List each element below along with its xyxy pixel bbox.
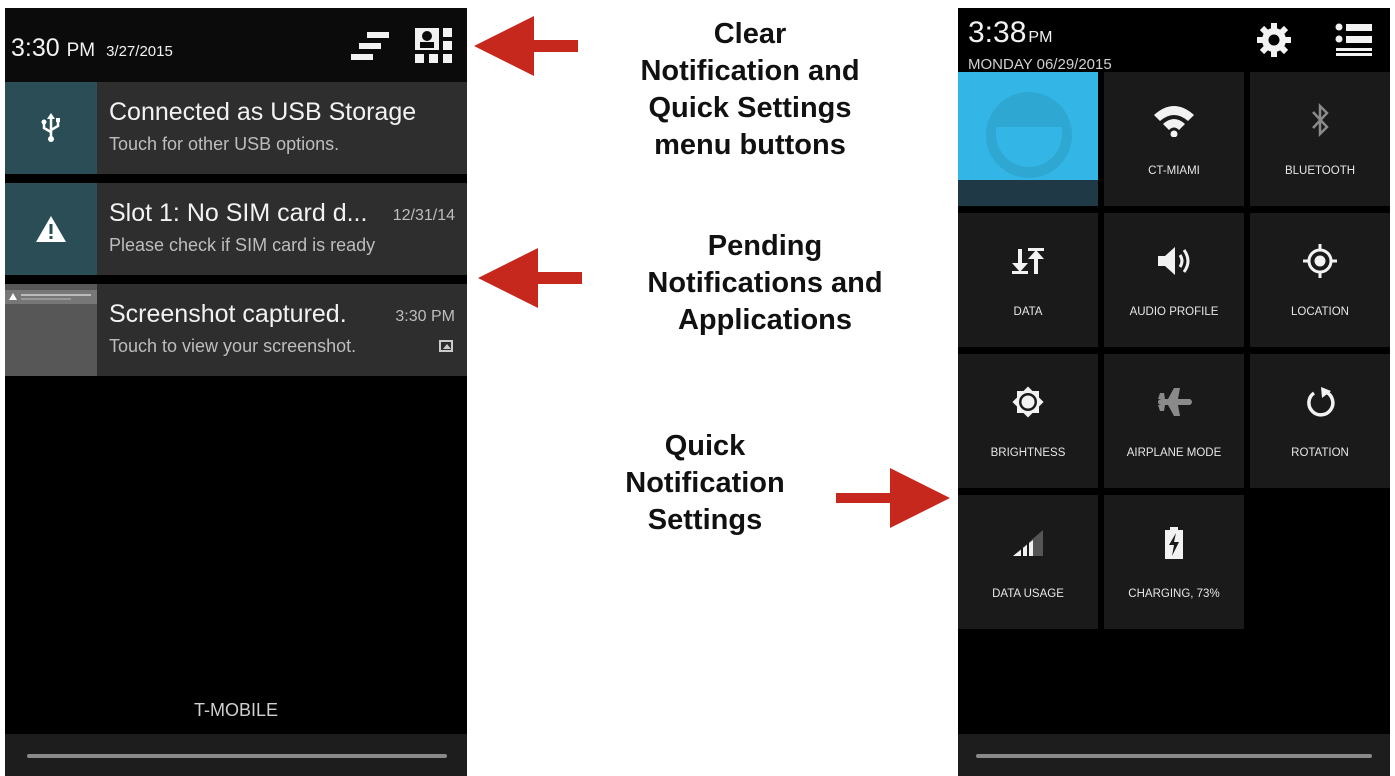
quick-settings-icon[interactable]	[411, 26, 455, 66]
annotation-line: Settings	[647, 504, 763, 536]
list-icon[interactable]	[1334, 22, 1374, 58]
notification-sim[interactable]: Slot 1: No SIM card d... Please check if…	[5, 183, 467, 275]
notification-shade-screen: 3:30 PM 3/27/2015 Connected as USB Stora…	[5, 8, 467, 776]
tile-label: CT-MIAMI	[1148, 165, 1200, 177]
user-avatar-footer	[958, 180, 1098, 206]
location-icon	[1250, 241, 1390, 281]
status-time: 3:38 PM	[968, 16, 1052, 50]
thumbnail-line	[21, 294, 91, 296]
shade-bottom-bar[interactable]	[5, 734, 467, 776]
tile-label: CHARGING, 73%	[1128, 588, 1220, 600]
screenshot-thumbnail	[5, 284, 97, 376]
notification-subtitle: Touch to view your screenshot.	[109, 336, 357, 356]
date-text: MONDAY 06/29/2015	[968, 56, 1112, 73]
clear-notifications-icon[interactable]	[345, 28, 393, 66]
tile-audio-profile[interactable]: AUDIO PROFILE	[1104, 213, 1244, 347]
left-arrow-icon	[474, 16, 578, 76]
tile-data[interactable]: DATA	[958, 213, 1098, 347]
annotation-line: Applications	[677, 304, 852, 336]
tile-label: AUDIO PROFILE	[1129, 306, 1219, 318]
tile-rotation[interactable]: ROTATION	[1250, 354, 1390, 488]
notification-subtitle: Touch for other USB options.	[109, 134, 340, 154]
tile-battery[interactable]: CHARGING, 73%	[1104, 495, 1244, 629]
drag-handle[interactable]	[27, 754, 447, 758]
left-arrow-icon	[478, 248, 582, 308]
time-text: 3:38	[968, 16, 1027, 49]
rotation-icon	[1250, 382, 1390, 422]
annotation-line: Notification and	[640, 55, 860, 87]
status-time: 3:30 PM 3/27/2015	[11, 34, 173, 63]
tile-data-usage[interactable]: DATA USAGE	[958, 495, 1098, 629]
annotation-pending-notifications: Pending Notifications and Applications	[605, 228, 925, 339]
notification-title: Connected as USB Storage	[109, 98, 417, 126]
tile-label: ROTATION	[1291, 447, 1349, 459]
annotation-line: Quick	[664, 430, 746, 462]
wifi-icon	[1104, 100, 1244, 140]
bluetooth-icon	[1250, 100, 1390, 140]
tile-label: DATA USAGE	[992, 588, 1064, 600]
airplane-icon	[1104, 382, 1244, 422]
drag-handle[interactable]	[976, 754, 1372, 758]
notification-time: 3:30 PM	[395, 308, 455, 325]
picture-icon	[439, 340, 453, 352]
tile-label: BLUETOOTH	[1284, 165, 1356, 177]
notification-usb[interactable]: Connected as USB Storage Touch for other…	[5, 82, 467, 174]
status-bar: 3:30 PM 3/27/2015	[5, 8, 467, 82]
speaker-icon	[1104, 241, 1244, 281]
notification-screenshot[interactable]: Screenshot captured. Touch to view your …	[5, 284, 467, 376]
gear-icon[interactable]	[1256, 22, 1292, 58]
notification-subtitle: Please check if SIM card is ready	[109, 235, 376, 255]
annotation-line: Pending	[707, 230, 823, 262]
ampm-text: PM	[1028, 29, 1053, 46]
annotation-quick-settings: Quick Notification Settings	[580, 428, 830, 539]
tile-airplane-mode[interactable]: AIRPLANE MODE	[1104, 354, 1244, 488]
annotation-line: menu buttons	[654, 129, 846, 161]
tile-brightness[interactable]: BRIGHTNESS	[958, 354, 1098, 488]
tile-label: DATA	[1013, 306, 1043, 318]
time-text: 3:30	[11, 34, 60, 62]
tile-label: LOCATION	[1291, 306, 1349, 318]
annotation-line: Clear	[713, 18, 787, 50]
right-arrow-icon	[836, 468, 950, 528]
quick-settings-screen: 3:38 PM MONDAY 06/29/2015 CT-MIAMI BLUET…	[958, 8, 1390, 776]
tile-user[interactable]	[958, 72, 1098, 206]
tile-label: AIRPLANE MODE	[1126, 447, 1222, 459]
notification-time: 12/31/14	[392, 207, 455, 224]
tile-label: BRIGHTNESS	[990, 447, 1066, 459]
thumbnail-warning-icon	[9, 293, 17, 300]
annotation-line: Quick Settings	[648, 92, 852, 124]
thumbnail-line	[21, 298, 71, 300]
annotation-line: Notification	[625, 467, 785, 499]
signal-icon	[958, 523, 1098, 563]
brightness-icon	[958, 382, 1098, 422]
panel-bottom-bar[interactable]	[958, 734, 1390, 776]
tile-location[interactable]: LOCATION	[1250, 213, 1390, 347]
annotation-line: Notifications and	[647, 267, 883, 299]
ampm-text: PM	[66, 40, 96, 61]
carrier-label: T-MOBILE	[193, 700, 278, 720]
data-arrows-icon	[958, 241, 1098, 281]
tile-wifi[interactable]: CT-MIAMI	[1104, 72, 1244, 206]
usb-icon	[5, 82, 97, 174]
tile-bluetooth[interactable]: BLUETOOTH	[1250, 72, 1390, 206]
thumbnail-bar	[5, 290, 97, 304]
notification-title: Screenshot captured.	[109, 300, 347, 328]
notification-title: Slot 1: No SIM card d...	[109, 199, 368, 227]
warning-icon	[5, 183, 97, 275]
annotation-clear-quick-settings: Clear Notification and Quick Settings me…	[600, 16, 900, 164]
battery-charging-icon	[1104, 523, 1244, 563]
date-text: 3/27/2015	[106, 43, 173, 60]
